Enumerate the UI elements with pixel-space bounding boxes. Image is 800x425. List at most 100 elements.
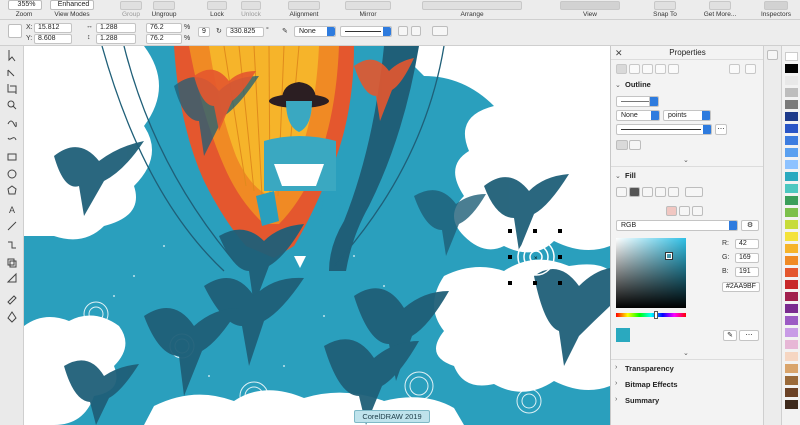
palette-swatch[interactable] — [785, 52, 798, 61]
uniform-fill-icon[interactable] — [629, 187, 640, 197]
hex-value-input[interactable]: #2AA9BF — [722, 282, 760, 292]
no-fill-icon[interactable] — [616, 187, 627, 197]
corner-style-icon[interactable] — [616, 140, 628, 150]
eyedropper-button[interactable]: ✎ — [723, 330, 737, 341]
transparency-chevron-icon[interactable]: › — [615, 364, 617, 371]
texture-fill-icon[interactable] — [668, 187, 679, 197]
transparency-header[interactable]: Transparency — [625, 364, 674, 373]
color-options-button[interactable]: ⚙ — [741, 220, 759, 231]
palette-swatch[interactable] — [785, 232, 798, 241]
color-palettes-icon[interactable] — [692, 206, 703, 216]
palette-swatch[interactable] — [785, 340, 798, 349]
palette-swatch[interactable] — [785, 196, 798, 205]
convert-to-curves-icon[interactable] — [398, 26, 408, 36]
color-picker-handle[interactable] — [665, 252, 673, 260]
palette-swatch[interactable] — [785, 280, 798, 289]
outline-line-dropdown[interactable] — [649, 96, 659, 107]
color-viewer-icon[interactable] — [666, 206, 677, 216]
panel-menu-icon[interactable] — [729, 64, 740, 74]
outline-chevron-icon[interactable]: ⌄ — [615, 81, 621, 89]
g-value-input[interactable]: 169 — [735, 253, 759, 263]
palette-swatch[interactable] — [785, 244, 798, 253]
color-model-select[interactable]: RGB — [616, 220, 738, 231]
outline-style-select[interactable] — [616, 124, 712, 135]
fill-more-button[interactable]: ⋯ — [739, 330, 759, 341]
line-style-select[interactable] — [340, 26, 392, 37]
color-picker-area[interactable] — [616, 238, 686, 308]
palette-swatch[interactable] — [785, 400, 798, 409]
palette-swatch[interactable] — [785, 100, 798, 109]
unlock-button[interactable]: Unlock — [236, 0, 266, 20]
palette-swatch[interactable] — [785, 136, 798, 145]
summary-chevron-icon[interactable]: › — [615, 396, 617, 403]
outline-width-select[interactable]: None — [294, 26, 336, 37]
view-modes-select[interactable]: Enhanced — [50, 0, 94, 10]
outline-width-select[interactable]: None — [616, 110, 660, 121]
palette-swatch[interactable] — [785, 352, 798, 361]
line-cap-icon[interactable] — [629, 140, 641, 150]
palette-swatch[interactable] — [785, 220, 798, 229]
rotation-input[interactable]: 330.825 — [226, 27, 264, 37]
outline-units-select[interactable]: points — [663, 110, 711, 121]
mirror-button[interactable]: Mirror — [343, 0, 393, 20]
pattern-fill-icon[interactable] — [655, 187, 666, 197]
height-input[interactable]: 1.288 — [96, 34, 136, 44]
fill-tab-icon[interactable] — [629, 64, 640, 74]
group-button[interactable]: Group — [114, 0, 148, 20]
hue-slider-handle[interactable] — [654, 311, 658, 319]
y-position-input[interactable]: 8.608 — [34, 34, 72, 44]
palette-swatch[interactable] — [785, 76, 798, 85]
fill-header[interactable]: Fill — [625, 171, 636, 180]
summary-tab-icon[interactable] — [668, 64, 679, 74]
palette-swatch[interactable] — [785, 64, 798, 73]
get-more-button[interactable]: Get More... — [700, 0, 740, 20]
alignment-button[interactable]: Alignment — [284, 0, 324, 20]
zoom-control[interactable]: 355% Zoom — [4, 0, 44, 20]
palette-swatch[interactable] — [785, 124, 798, 133]
fill-expand-icon[interactable]: ⌄ — [683, 349, 689, 357]
hue-slider[interactable] — [616, 313, 686, 317]
palette-swatch[interactable] — [785, 268, 798, 277]
zoom-select[interactable]: 355% — [8, 0, 42, 10]
width-input[interactable]: 1.288 — [96, 23, 136, 33]
inspectors-button[interactable]: Inspectors — [756, 0, 796, 20]
scale-width-input[interactable]: 76.2 — [146, 23, 182, 33]
transparency-tab-icon[interactable] — [642, 64, 653, 74]
ungroup-button[interactable]: Ungroup — [146, 0, 182, 20]
color-sliders-icon[interactable] — [679, 206, 690, 216]
fountain-fill-icon[interactable] — [642, 187, 653, 197]
palette-swatch[interactable] — [785, 88, 798, 97]
palette-swatch[interactable] — [785, 112, 798, 121]
palette-swatch[interactable] — [785, 184, 798, 193]
r-value-input[interactable]: 42 — [735, 239, 759, 249]
palette-swatch[interactable] — [785, 160, 798, 169]
options-icon[interactable] — [432, 26, 448, 36]
view-modes-control[interactable]: Enhanced View Modes — [48, 0, 96, 20]
palette-swatch[interactable] — [785, 328, 798, 337]
outline-more-button[interactable]: ⋯ — [715, 124, 727, 135]
palette-swatch[interactable] — [785, 172, 798, 181]
effects-tab-icon[interactable] — [655, 64, 666, 74]
postscript-fill-icon[interactable] — [685, 187, 703, 197]
wrap-text-icon[interactable] — [411, 26, 421, 36]
palette-swatch[interactable] — [785, 364, 798, 373]
palette-swatch[interactable] — [785, 316, 798, 325]
snap-to-button[interactable]: Snap To — [648, 0, 682, 20]
x-position-input[interactable]: 15.812 — [34, 23, 72, 33]
outline-expand-icon[interactable]: ⌄ — [683, 156, 689, 164]
summary-header[interactable]: Summary — [625, 396, 659, 405]
layers-icon[interactable] — [745, 64, 756, 74]
outline-tab-icon[interactable] — [616, 64, 627, 74]
palette-swatch[interactable] — [785, 292, 798, 301]
outline-header[interactable]: Outline — [625, 80, 651, 89]
palette-swatch[interactable] — [785, 208, 798, 217]
view-button[interactable]: View — [558, 0, 622, 20]
arrange-button[interactable]: Arrange — [420, 0, 524, 20]
objects-count-field[interactable]: 9 — [198, 27, 210, 37]
object-origin-icon[interactable] — [8, 24, 22, 38]
dock-tab-icon[interactable] — [767, 50, 778, 60]
b-value-input[interactable]: 191 — [735, 267, 759, 277]
palette-swatch[interactable] — [785, 304, 798, 313]
document-canvas[interactable]: × CorelDRAW 2019 — [24, 46, 610, 425]
lock-button[interactable]: Lock — [204, 0, 230, 20]
